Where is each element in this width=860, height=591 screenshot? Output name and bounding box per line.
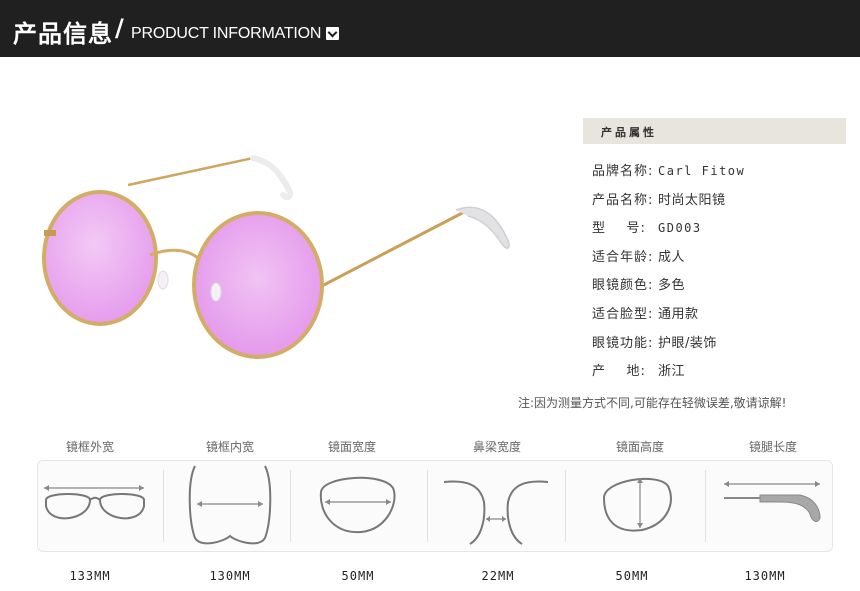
- measure-value-lens-width: 50MM: [341, 569, 375, 583]
- attr-value: 护眼/装饰: [658, 335, 717, 351]
- divider: [565, 470, 566, 542]
- chevron-down-icon[interactable]: [326, 27, 339, 40]
- measure-value-temple-length: 130MM: [744, 569, 786, 583]
- measure-value-lens-height: 50MM: [615, 569, 649, 583]
- attr-value: 时尚太阳镜: [658, 192, 726, 208]
- header-bar: 产品信息 / PRODUCT INFORMATION: [0, 0, 860, 57]
- measure-label-temple-length: 镜腿长度: [748, 440, 797, 454]
- attr-key: 适合脸型:: [592, 306, 654, 322]
- attr-row-model: 型 号: GD003: [592, 217, 745, 246]
- measure-label-outer-width: 镜框外宽: [65, 440, 114, 454]
- attr-row-product-name: 产品名称: 时尚太阳镜: [592, 189, 745, 218]
- attr-value: 成人: [658, 249, 686, 265]
- attr-value: GD003: [658, 221, 702, 236]
- attr-value: 多色: [658, 278, 686, 294]
- attr-value: Carl Fitow: [658, 164, 746, 178]
- header-title-zh: 产品信息: [13, 20, 113, 48]
- lens-width-icon: [319, 476, 396, 534]
- measure-label-bridge-width: 鼻梁宽度: [472, 440, 521, 454]
- attr-key: 适合年龄:: [592, 249, 654, 265]
- measure-value-outer-width: 133MM: [69, 569, 111, 583]
- attr-row-color: 眼镜颜色: 多色: [592, 274, 745, 303]
- measure-value-bridge-width: 22MM: [481, 569, 515, 583]
- attr-row-function: 眼镜功能: 护眼/装饰: [592, 332, 745, 361]
- attr-row-face-shape: 适合脸型: 通用款: [592, 303, 745, 332]
- attr-row-origin: 产 地: 浙江: [592, 360, 745, 389]
- measurement-panel: [37, 460, 833, 552]
- attr-key: 产品名称:: [592, 192, 654, 208]
- lens-height-icon: [602, 477, 672, 532]
- attr-row-age: 适合年龄: 成人: [592, 246, 745, 275]
- attr-value: 浙江: [658, 364, 686, 380]
- attr-key: 产 地:: [592, 364, 646, 380]
- frame-outer-width-icon: [44, 485, 145, 520]
- attributes-heading: 产品属性: [601, 126, 657, 139]
- attr-key: 眼镜颜色:: [592, 278, 654, 294]
- header-slash: /: [115, 14, 124, 42]
- attributes-list: 品牌名称: Carl Fitow 产品名称: 时尚太阳镜 型 号: GD003 适合年…: [592, 160, 745, 389]
- attr-key: 品牌名称:: [592, 164, 654, 179]
- temple-length-icon: [724, 481, 821, 522]
- divider: [163, 470, 164, 542]
- product-sunglasses-image: [42, 155, 510, 359]
- divider: [290, 470, 291, 542]
- measure-value-inner-width: 130MM: [209, 569, 251, 583]
- frame-inner-width-icon: [188, 465, 272, 545]
- measure-label-lens-height: 镜面高度: [615, 440, 664, 454]
- measure-label-lens-width: 镜面宽度: [327, 440, 376, 454]
- divider: [705, 470, 706, 542]
- attr-key: 眼镜功能:: [592, 335, 654, 351]
- measurement-note: 注:因为测量方式不同,可能存在轻微误差,敬请谅解!: [518, 396, 787, 410]
- bridge-width-icon: [443, 480, 549, 545]
- attr-key: 型 号:: [592, 221, 646, 237]
- measure-label-inner-width: 镜框内宽: [205, 440, 254, 454]
- attributes-heading-bar: 产品属性: [583, 118, 846, 144]
- attr-row-brand: 品牌名称: Carl Fitow: [592, 160, 745, 189]
- attr-value: 通用款: [658, 306, 699, 322]
- divider: [427, 470, 428, 542]
- header-title-en: PRODUCT INFORMATION: [131, 25, 322, 42]
